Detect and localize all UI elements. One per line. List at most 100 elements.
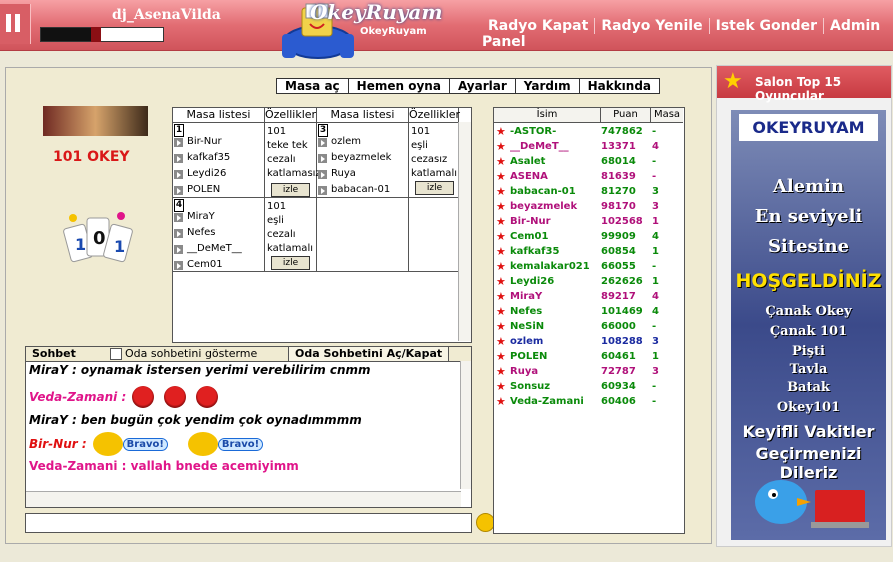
play-now-button[interactable]: Hemen oyna [347, 79, 449, 93]
user-table-header[interactable]: Masa [651, 108, 683, 123]
seat-arrow-icon [174, 260, 183, 270]
lobby-panel: Masa aç Hemen oyna Ayarlar Yardım Hakkın… [5, 67, 712, 544]
banner-line: Keyifli Vakitler [742, 422, 875, 441]
okey-tiles-icon[interactable]: 1 0 1 [61, 208, 133, 278]
player-seat[interactable]: POLEN [174, 183, 220, 197]
user-table: - [652, 381, 657, 392]
user-row[interactable]: ★ kemalakar021 66055 - [494, 259, 684, 274]
user-row[interactable]: ★ Veda-Zamani 60406 - [494, 394, 684, 409]
promo-banner[interactable]: OKEYRUYAM Alemin En seviyeli Sitesine HO… [731, 110, 886, 540]
chat-tab[interactable]: Sohbet [32, 347, 76, 361]
user-points: 60406 [601, 396, 636, 407]
user-row[interactable]: ★ __DeMeT__ 13371 4 [494, 139, 684, 154]
pause-icon[interactable] [6, 14, 22, 32]
user-row[interactable]: ★ Leydi26 262626 1 [494, 274, 684, 289]
user-row[interactable]: ★ -ASTOR- 747862- [494, 124, 684, 139]
radio-refresh-button[interactable]: Radyo Yenile [595, 18, 710, 34]
watch-button[interactable]: izle [415, 181, 454, 195]
player-seat[interactable]: kafkaf35 [174, 151, 230, 165]
user-name-header[interactable]: İsim [494, 108, 601, 123]
star-icon: ★ [496, 215, 506, 228]
user-points: 81270 [601, 186, 636, 197]
top-bar: dj_AsenaVilda OkeyRuyam OkeyRuyam Radyo … [0, 0, 893, 59]
user-points: 72787 [601, 366, 636, 377]
user-table: 3 [652, 366, 659, 377]
user-row[interactable]: ★ kafkaf35 60854 1 [494, 244, 684, 259]
user-row[interactable]: ★ Ruya 72787 3 [494, 364, 684, 379]
user-row[interactable]: ★ Cem01 99909 4 [494, 229, 684, 244]
watch-button[interactable]: izle [271, 183, 310, 197]
room-chat-checkbox[interactable] [110, 348, 122, 360]
volume-fill [41, 28, 96, 41]
player-seat[interactable]: Bir-Nur [174, 135, 222, 149]
top15-button[interactable]: ★ Salon Top 15 Oyuncular [717, 66, 891, 103]
chat-panel: Sohbet Oda sohbetini gösterme Oda Sohbet… [25, 346, 472, 508]
user-row[interactable]: ★ Nefes 101469 4 [494, 304, 684, 319]
request-send-button[interactable]: Istek Gonder [709, 18, 825, 34]
banner-line: En seviyeli [754, 206, 863, 227]
seat-arrow-icon [318, 137, 327, 147]
user-row[interactable]: ★ Sonsuz 60934 - [494, 379, 684, 394]
user-row[interactable]: ★ ozlem 108288 3 [494, 334, 684, 349]
user-row[interactable]: ★ babacan-01 81270 3 [494, 184, 684, 199]
chat-message: MiraY : oynamak istersen yerimi verebili… [29, 363, 371, 377]
player-seat[interactable]: Cem01 [174, 258, 223, 272]
features-header: Özellikler [265, 108, 317, 123]
user-row[interactable]: ★ MiraY 89217 4 [494, 289, 684, 304]
table-slot-3[interactable]: 3 ozlem beyazmelek Ruya babacan-01 [317, 123, 409, 198]
room-chat-toggle-button[interactable]: Oda Sohbetini Aç/Kapat [288, 347, 450, 361]
user-row[interactable]: ★ Asalet 68014 - [494, 154, 684, 169]
settings-button[interactable]: Ayarlar [448, 79, 515, 93]
user-points: 66055 [601, 261, 636, 272]
volume-slider[interactable] [40, 27, 164, 42]
user-row[interactable]: ★ POLEN 60461 1 [494, 349, 684, 364]
user-table: - [652, 321, 657, 332]
user-row[interactable]: ★ ASENA 81639 - [494, 169, 684, 184]
user-points: 13371 [601, 141, 636, 152]
open-table-button[interactable]: Masa aç [277, 79, 348, 93]
user-table: - [652, 261, 657, 272]
bravo-smiley-icon [92, 432, 123, 456]
user-table: - [652, 156, 657, 167]
player-seat[interactable]: beyazmelek [318, 151, 391, 165]
about-button[interactable]: Hakkında [578, 79, 659, 93]
user-table: 1 [652, 246, 659, 257]
user-row[interactable]: ★ Bir-Nur 102568 1 [494, 214, 684, 229]
player-seat[interactable]: ozlem [318, 135, 361, 149]
user-row[interactable]: ★ beyazmelek 98170 3 [494, 199, 684, 214]
player-seat[interactable]: Nefes [174, 226, 216, 240]
seat-arrow-icon [174, 153, 183, 163]
top-navigation: Radyo Kapat Radyo Yenile Istek Gonder Admin… [482, 18, 893, 50]
user-row[interactable]: ★ NeSiN 66000 - [494, 319, 684, 334]
watch-button[interactable]: izle [271, 256, 310, 270]
table-slot-4[interactable]: 4 MiraY Nefes __DeMeT__ Cem01 [173, 198, 265, 272]
player-seat[interactable]: MiraY [174, 210, 215, 224]
top15-label: Salon Top 15 Oyuncular [755, 75, 842, 103]
table-list-scrollbar[interactable] [458, 122, 471, 341]
right-sidebar: ★ Salon Top 15 Oyuncular OKEYRUYAM Alemi… [716, 65, 892, 547]
chat-horizontal-scrollbar[interactable] [26, 491, 461, 507]
user-points-header[interactable]: Puan [601, 108, 651, 123]
user-name: Leydi26 [510, 276, 555, 287]
radio-off-button[interactable]: Radyo Kapat [482, 18, 596, 34]
user-name: babacan-01 [510, 186, 576, 197]
player-seat[interactable]: Ruya [318, 167, 356, 181]
table-slot-1[interactable]: 1 Bir-Nur kafkaf35 Leydi26 POLEN [173, 123, 265, 198]
chat-vertical-scrollbar[interactable] [460, 361, 471, 489]
table-slot-empty [317, 198, 409, 272]
player-seat[interactable]: babacan-01 [318, 183, 390, 197]
player-seat[interactable]: Leydi26 [174, 167, 226, 181]
chat-author: Bir-Nur : [29, 437, 87, 451]
volume-knob[interactable] [90, 27, 101, 42]
user-points: 68014 [601, 156, 636, 167]
user-name: Cem01 [510, 231, 549, 242]
chat-input[interactable] [25, 513, 472, 533]
user-name: ozlem [510, 336, 544, 347]
player-seat[interactable]: __DeMeT__ [174, 242, 242, 256]
user-name: __DeMeT__ [510, 141, 569, 152]
user-points: 262626 [601, 276, 643, 287]
user-points: 747862 [601, 126, 643, 137]
user-table: 4 [652, 141, 659, 152]
table-features: 101 teke tek cezalı katlamasız izle [265, 123, 321, 198]
help-button[interactable]: Yardım [514, 79, 579, 93]
